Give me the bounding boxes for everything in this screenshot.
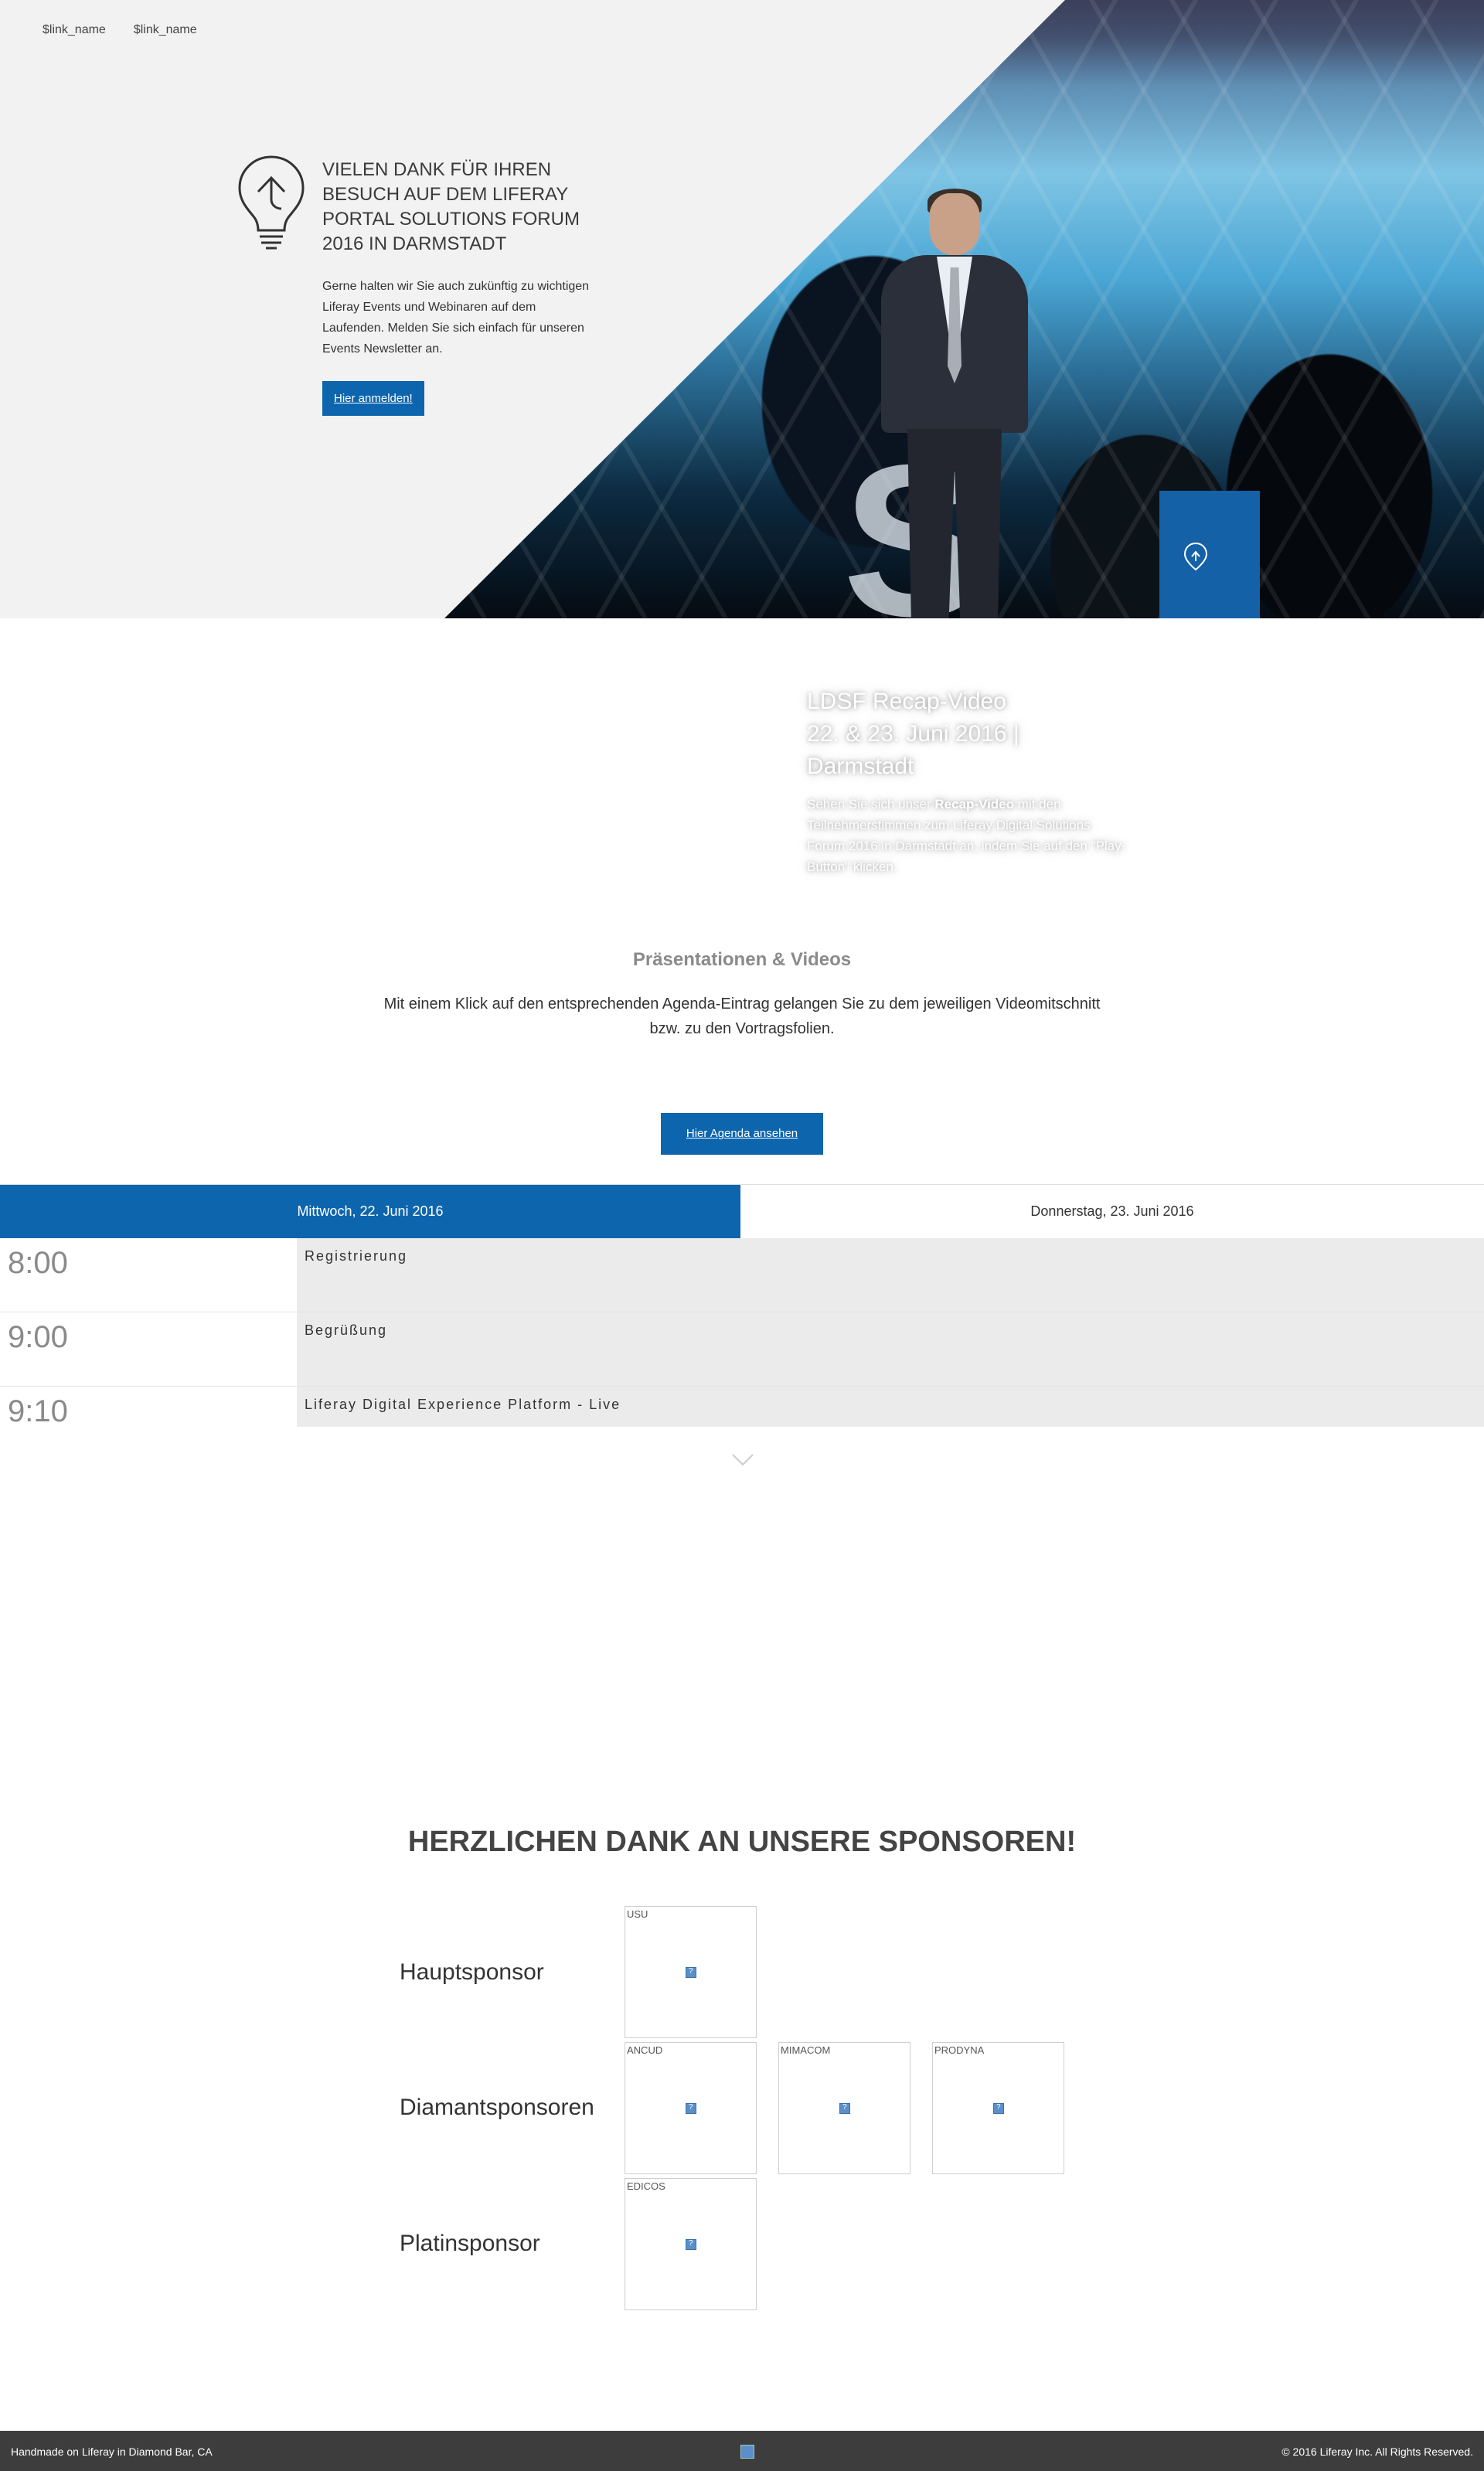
- sponsor-logo-alt: USU: [627, 1908, 648, 1920]
- footer-copyright: © 2016 Liferay Inc. All Rights Reserved.: [1281, 2445, 1473, 2458]
- tab-thursday[interactable]: Donnerstag, 23. Juni 2016: [740, 1185, 1484, 1238]
- speaker-legs: [907, 429, 1002, 618]
- sponsor-logo-alt: PRODYNA: [934, 2044, 985, 2056]
- footer-credit: Handmade on Liferay in Diamond Bar, CA: [11, 2445, 213, 2458]
- speaker-head: [929, 193, 980, 255]
- newsletter-signup-button[interactable]: Hier anmelden!: [322, 381, 424, 416]
- liferay-logo-icon[interactable]: [740, 2445, 754, 2459]
- session-title: Registrierung: [305, 1248, 408, 1264]
- session-time: 9:10: [8, 1394, 68, 1428]
- agenda-day-tabs: Mittwoch, 22. Juni 2016 Donnerstag, 23. …: [0, 1184, 1484, 1238]
- hero-copy: Gerne halten wir Sie auch zukünftig zu w…: [322, 280, 590, 356]
- session-item[interactable]: Begrüßung: [297, 1312, 1484, 1386]
- session-time: 8:00: [8, 1246, 68, 1280]
- sponsor-group-label: Platinsponsor: [400, 2231, 540, 2256]
- sponsor-logo-alt: MIMACOM: [781, 2044, 831, 2056]
- agenda-schedule: 8:00 Registrierung 9:00 Begrüßung 9:10 L…: [0, 1238, 1484, 1428]
- view-agenda-button[interactable]: Hier Agenda ansehen: [661, 1113, 823, 1155]
- sponsors-title: HERZLICHEN DANK AN UNSERE SPONSOREN!: [407, 1826, 1077, 1858]
- sponsor-logo[interactable]: ANCUD: [625, 2042, 757, 2174]
- recap-video-block: LDSF Recap-Video 22. & 23. Juni 2016 | D…: [807, 686, 1132, 877]
- sponsor-logo[interactable]: EDICOS: [625, 2178, 757, 2310]
- lightbulb-icon: [238, 155, 305, 250]
- sponsor-logo[interactable]: PRODYNA: [932, 2042, 1064, 2174]
- agenda-row[interactable]: 9:10 Liferay Digital Experience Platform…: [0, 1387, 1484, 1428]
- broken-image-icon: [839, 2103, 850, 2114]
- sponsor-logo[interactable]: MIMACOM: [778, 2042, 910, 2174]
- session-time: 9:00: [8, 1320, 68, 1354]
- sponsor-logo-alt: EDICOS: [627, 2180, 665, 2192]
- sponsor-group-label: Diamantsponsoren: [400, 2095, 594, 2120]
- broken-image-icon: [993, 2103, 1004, 2114]
- broken-image-icon: [686, 1967, 696, 1978]
- broken-image-icon: [686, 2239, 696, 2250]
- video-copy: Sehen Sie sich unser Recap-Video mit den…: [807, 794, 1132, 877]
- session-title: Begrüßung: [305, 1322, 388, 1338]
- top-nav: $link_name $link_name: [43, 23, 197, 37]
- video-copy-bold: Recap-Video: [934, 797, 1015, 812]
- presentations-title: Präsentationen & Videos: [632, 949, 852, 970]
- session-title: Liferay Digital Experience Platform - Li…: [305, 1397, 621, 1412]
- speaker-figure: [881, 189, 1028, 618]
- hero-title: Vielen Dank für Ihren Besuch auf dem Lif…: [322, 159, 580, 254]
- tab-wednesday[interactable]: Mittwoch, 22. Juni 2016: [0, 1185, 740, 1238]
- sponsor-group-label: Hauptsponsor: [400, 1959, 544, 1985]
- session-item[interactable]: Registrierung: [297, 1238, 1484, 1312]
- nav-link-1[interactable]: $link_name: [43, 23, 106, 37]
- liferay-pin-icon: [1183, 542, 1208, 571]
- session-item[interactable]: Liferay Digital Experience Platform - Li…: [297, 1387, 1484, 1427]
- presentations-copy: Mit einem Klick auf den entsprechenden A…: [383, 996, 1101, 1037]
- agenda-row[interactable]: 9:00 Begrüßung: [0, 1312, 1484, 1387]
- hero-section: S $link_name $link_name Vielen Dank für …: [0, 0, 1484, 618]
- video-title-line2: 22. & 23. Juni 2016 | Darmstadt: [807, 721, 1019, 779]
- chevron-down-icon[interactable]: [731, 1453, 754, 1467]
- footer: Handmade on Liferay in Diamond Bar, CA ©…: [0, 2431, 1484, 2471]
- sponsor-logo[interactable]: USU: [625, 1906, 757, 2038]
- hero-photo-overlay: [444, 0, 1484, 618]
- nav-link-2[interactable]: $link_name: [134, 23, 197, 37]
- hero-text: Vielen Dank für Ihren Besuch auf dem Lif…: [322, 158, 601, 416]
- page: S $link_name $link_name Vielen Dank für …: [0, 0, 1484, 2471]
- video-title-line1: LDSF Recap-Video: [807, 689, 1006, 714]
- broken-image-icon: [686, 2103, 696, 2114]
- stage-lectern: [1159, 491, 1260, 618]
- sponsor-logo-alt: ANCUD: [627, 2044, 663, 2056]
- agenda-row[interactable]: 8:00 Registrierung: [0, 1238, 1484, 1312]
- video-copy-pre: Sehen Sie sich unser: [807, 797, 935, 812]
